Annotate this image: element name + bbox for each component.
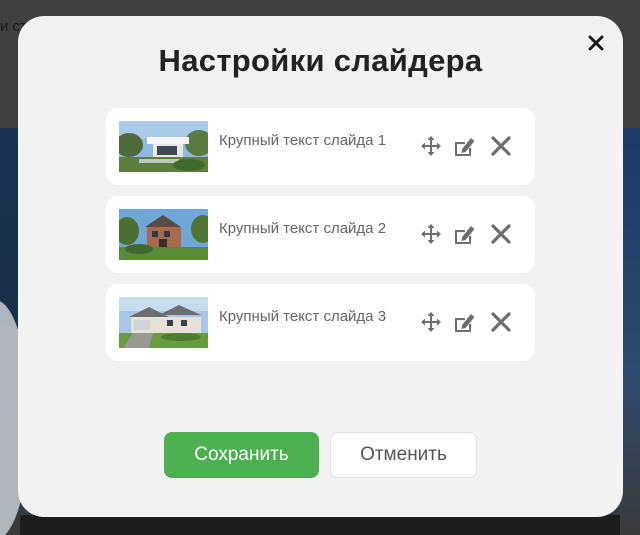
slide-row: Крупный текст слайда 2 — [106, 196, 535, 273]
delete-slide-button[interactable] — [488, 221, 514, 247]
slide-thumbnail — [119, 209, 208, 260]
delete-icon — [491, 224, 511, 244]
cancel-button[interactable]: Отменить — [330, 432, 477, 478]
slide-label: Крупный текст слайда 2 — [219, 220, 387, 237]
slider-settings-dialog: Настройки слайдера Крупный текст слайда … — [18, 16, 623, 517]
move-slide-button[interactable] — [418, 133, 444, 159]
save-button[interactable]: Сохранить — [164, 432, 319, 478]
slide-row: Крупный текст слайда 1 — [106, 108, 535, 185]
slide-thumbnail — [119, 121, 208, 172]
slide-row: Крупный текст слайда 3 — [106, 284, 535, 361]
edit-slide-button[interactable] — [452, 221, 478, 247]
move-icon — [421, 312, 441, 332]
edit-slide-button[interactable] — [452, 309, 478, 335]
edit-icon — [455, 138, 475, 156]
delete-icon — [491, 312, 511, 332]
edit-icon — [455, 314, 475, 332]
move-slide-button[interactable] — [418, 309, 444, 335]
delete-slide-button[interactable] — [488, 309, 514, 335]
delete-slide-button[interactable] — [488, 133, 514, 159]
delete-icon — [491, 136, 511, 156]
slide-label: Крупный текст слайда 1 — [219, 132, 387, 149]
move-icon — [421, 136, 441, 156]
background-bottom-strip — [20, 515, 620, 535]
slide-thumbnail — [119, 297, 208, 348]
move-slide-button[interactable] — [418, 221, 444, 247]
dialog-title: Настройки слайдера — [158, 43, 483, 78]
edit-icon — [455, 226, 475, 244]
background-right-edge — [620, 128, 640, 535]
move-icon — [421, 224, 441, 244]
slide-label: Крупный текст слайда 3 — [219, 308, 387, 325]
edit-slide-button[interactable] — [452, 133, 478, 159]
